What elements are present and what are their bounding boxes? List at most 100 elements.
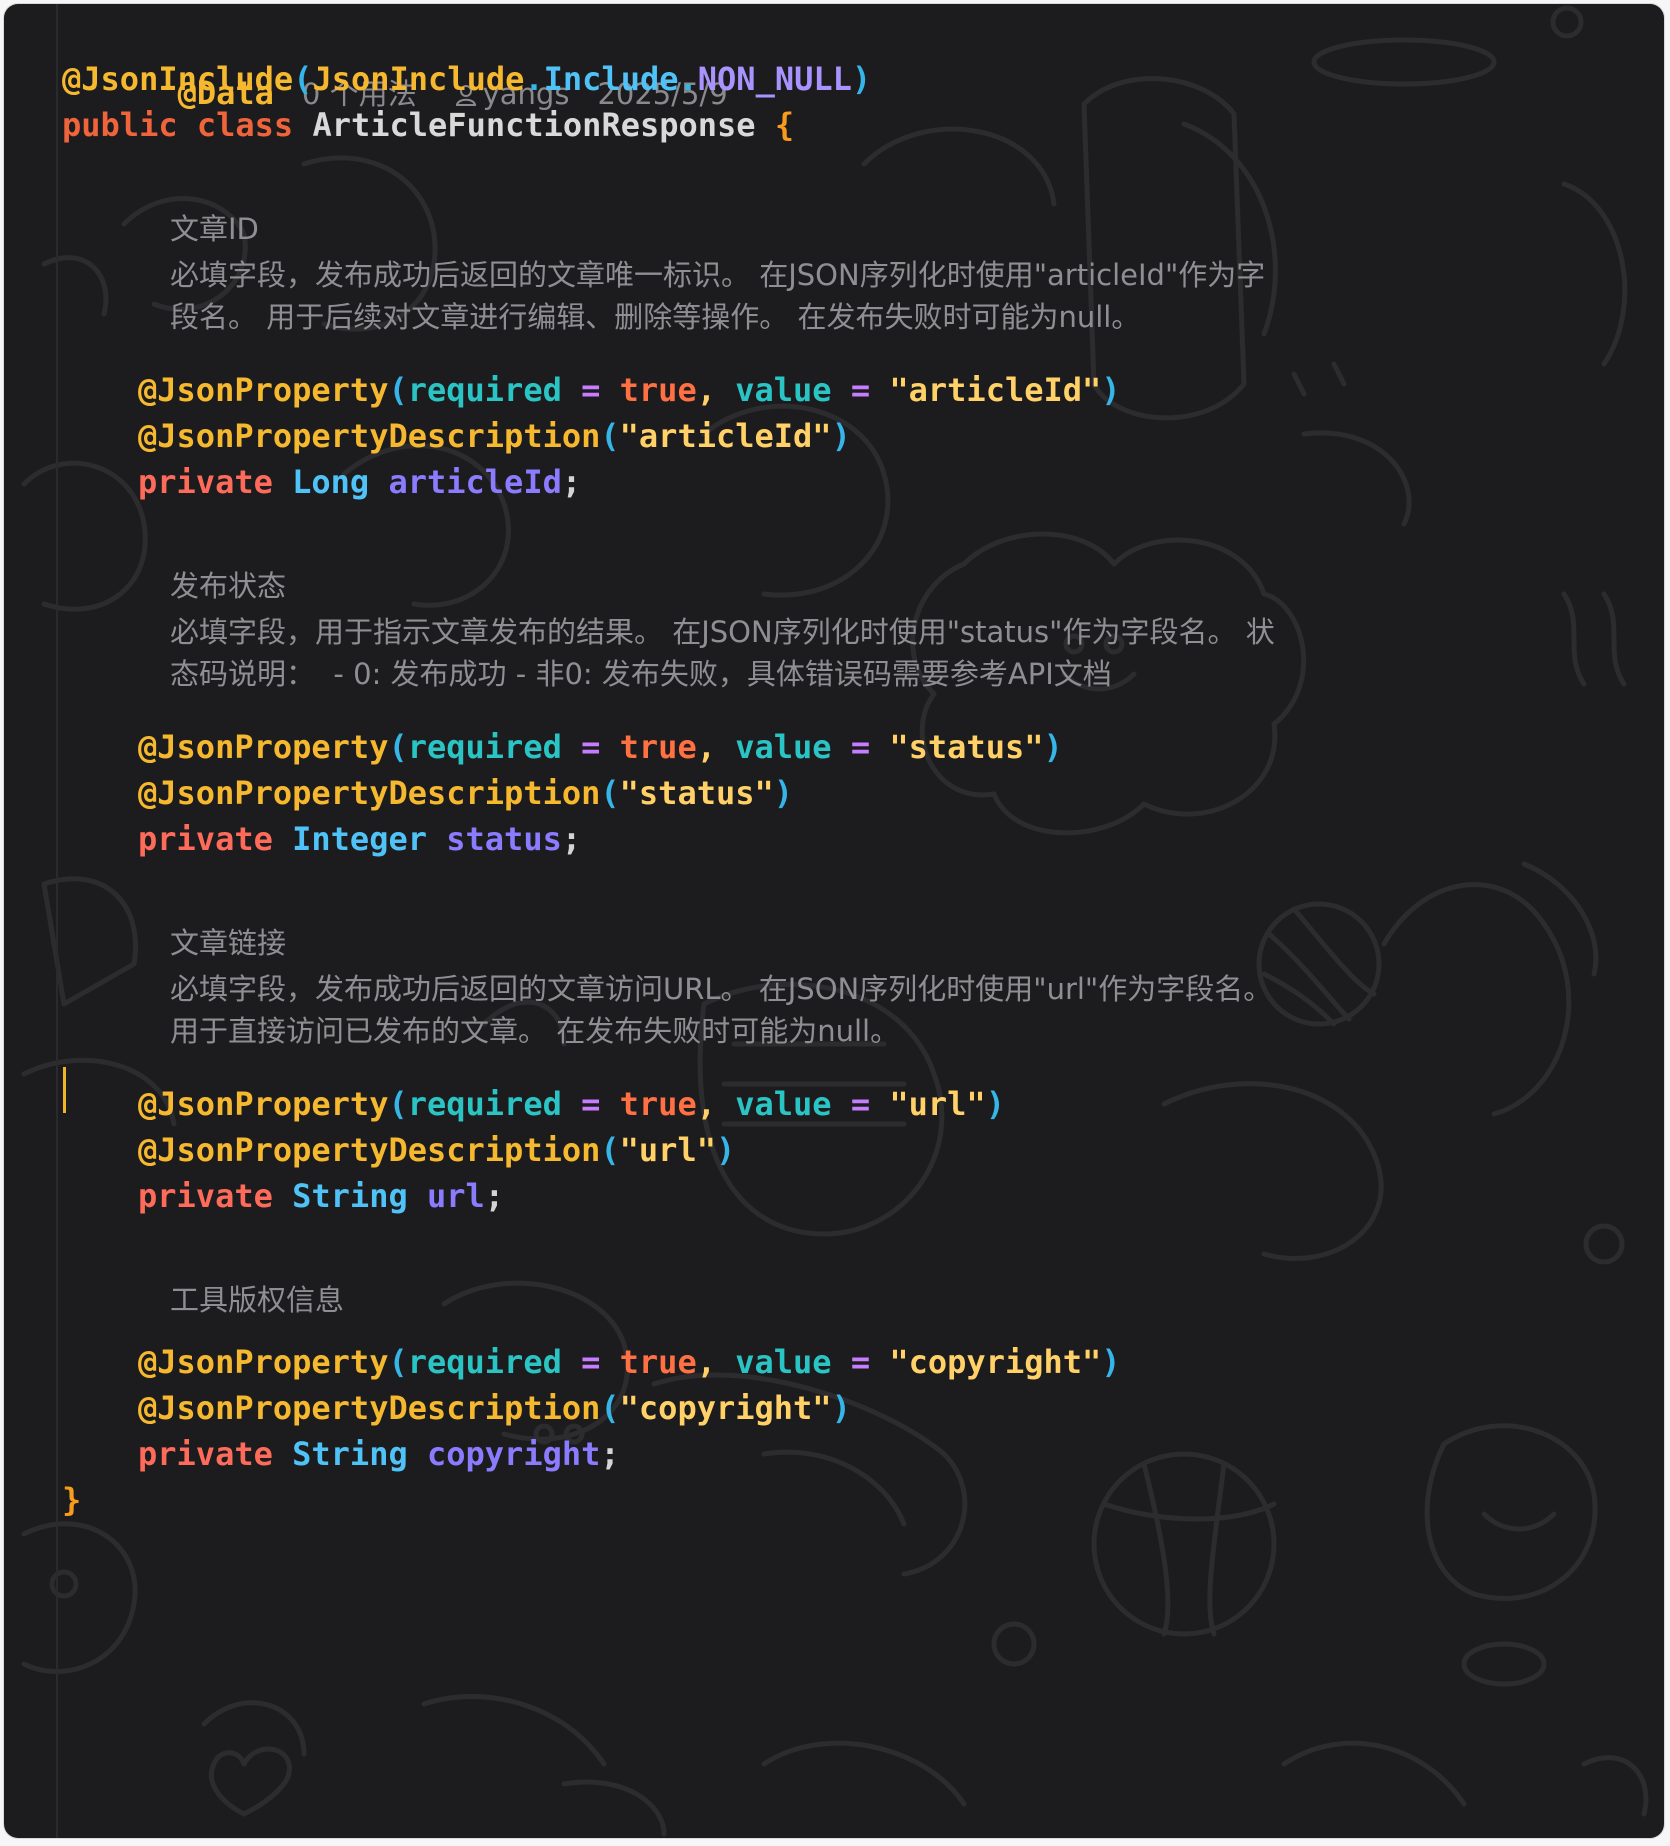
field-doc-comment: 工具版权信息 (170, 1276, 1450, 1324)
equals-operator: = (581, 728, 601, 766)
class-open-brace: { (774, 106, 795, 144)
field-type[interactable]: String (292, 1435, 408, 1473)
doc-title: 文章链接 (170, 926, 287, 960)
paren-open: ( (600, 1389, 620, 1427)
private-keyword: private (138, 463, 273, 501)
json-property-annotation[interactable]: @JsonProperty (138, 371, 388, 409)
class-close-line: } (62, 1473, 81, 1527)
description-string: "status" (619, 774, 774, 812)
paren-close: ) (715, 1131, 736, 1169)
public-keyword: public (62, 106, 178, 144)
text-caret (63, 1067, 66, 1113)
editor-window: @Data 0 个用法 yangs 2025/5/9 @JsonInclude(Jso… (4, 4, 1664, 1838)
doc-line: 用于直接访问已发布的文章。 在发布失败时可能为null。 (170, 1014, 900, 1048)
doc-line: 态码说明： - 0: 发布成功 - 非0: 发布失败，具体错误码需要参考API文… (170, 657, 1112, 691)
value-string: "copyright" (889, 1343, 1102, 1381)
semicolon: ; (561, 820, 582, 858)
value-string: "url" (889, 1085, 986, 1123)
json-include-class[interactable]: JsonInclude (312, 60, 524, 98)
field-type[interactable]: String (292, 1177, 408, 1215)
value-string: "status" (889, 728, 1044, 766)
private-keyword: private (138, 1177, 273, 1215)
class-name[interactable]: ArticleFunctionResponse (312, 106, 755, 144)
equals-operator: = (581, 371, 601, 409)
field-doc-comment: 文章ID 必填字段，发布成功后返回的文章唯一标识。 在JSON序列化时使用"ar… (170, 205, 1450, 341)
description-string: "copyright" (619, 1389, 832, 1427)
equals-operator: = (850, 1085, 871, 1123)
required-param: required (407, 1085, 562, 1123)
comma: , (696, 1085, 716, 1123)
paren-close: ) (851, 60, 872, 98)
equals-operator: = (581, 1085, 601, 1123)
paren-open: ( (388, 1343, 408, 1381)
editor-gutter-line (56, 4, 58, 1838)
doc-title: 发布状态 (170, 569, 287, 603)
description-string: "articleId" (619, 417, 832, 455)
comma: , (696, 728, 716, 766)
json-property-annotation[interactable]: @JsonProperty (138, 1343, 388, 1381)
class-keyword: class (196, 106, 294, 144)
json-property-description-annotation[interactable]: @JsonPropertyDescription (138, 774, 600, 812)
paren-open: ( (293, 60, 313, 98)
equals-operator: = (850, 728, 871, 766)
field-declaration-line: private Integer status; (138, 812, 581, 866)
dot: . (524, 60, 544, 98)
doc-title: 文章ID (170, 212, 259, 246)
private-keyword: private (138, 820, 273, 858)
field-doc-comment: 发布状态 必填字段，用于指示文章发布的结果。 在JSON序列化时使用"statu… (170, 562, 1450, 698)
comma: , (696, 371, 716, 409)
field-declaration-line: private String copyright; (138, 1427, 620, 1481)
comma: , (696, 1343, 716, 1381)
semicolon: ; (484, 1177, 505, 1215)
class-close-brace: } (62, 1481, 82, 1519)
paren-close: ) (1043, 728, 1063, 766)
paren-close: ) (1101, 1343, 1121, 1381)
paren-open: ( (600, 774, 620, 812)
doc-line: 必填字段，发布成功后返回的文章访问URL。 在JSON序列化时使用"url"作为… (170, 972, 1273, 1006)
paren-close: ) (1101, 371, 1121, 409)
dot: . (678, 60, 698, 98)
doc-line: 必填字段，发布成功后返回的文章唯一标识。 在JSON序列化时使用"article… (170, 258, 1266, 292)
non-null-constant[interactable]: NON_NULL (698, 60, 852, 98)
semicolon: ; (600, 1435, 620, 1473)
doc-line: 段名。 用于后续对文章进行编辑、删除等操作。 在发布失败时可能为null。 (170, 300, 1141, 334)
equals-operator: = (581, 1343, 601, 1381)
paren-open: ( (388, 1085, 408, 1123)
paren-close: ) (773, 774, 794, 812)
paren-close: ) (831, 1389, 851, 1427)
paren-open: ( (388, 728, 408, 766)
json-property-description-annotation[interactable]: @JsonPropertyDescription (138, 1131, 600, 1169)
required-param: required (407, 371, 562, 409)
true-literal: true (619, 728, 697, 766)
field-doc-comment: 文章链接 必填字段，发布成功后返回的文章访问URL。 在JSON序列化时使用"u… (170, 919, 1450, 1055)
paren-open: ( (600, 1131, 620, 1169)
json-include-annotation[interactable]: @JsonInclude (62, 60, 293, 98)
paren-close: ) (831, 417, 851, 455)
equals-operator: = (850, 371, 871, 409)
json-property-annotation[interactable]: @JsonProperty (138, 728, 388, 766)
equals-operator: = (850, 1343, 871, 1381)
field-name[interactable]: url (427, 1177, 485, 1215)
description-string: "url" (619, 1131, 716, 1169)
value-param: value (735, 1343, 832, 1381)
true-literal: true (619, 371, 697, 409)
value-param: value (735, 371, 832, 409)
field-name[interactable]: articleId (388, 463, 561, 501)
field-declaration-line: private Long articleId; (138, 455, 581, 509)
field-name[interactable]: copyright (427, 1435, 600, 1473)
class-declaration-line: public class ArticleFunctionResponse { (62, 98, 794, 152)
paren-open: ( (388, 371, 408, 409)
paren-close: ) (985, 1085, 1005, 1123)
paren-open: ( (600, 417, 620, 455)
json-property-description-annotation[interactable]: @JsonPropertyDescription (138, 1389, 600, 1427)
field-type[interactable]: Long (292, 463, 369, 501)
semicolon: ; (561, 463, 582, 501)
field-type[interactable]: Integer (292, 820, 427, 858)
field-name[interactable]: status (446, 820, 562, 858)
json-property-description-annotation[interactable]: @JsonPropertyDescription (138, 417, 600, 455)
doc-title: 工具版权信息 (170, 1283, 345, 1317)
true-literal: true (619, 1085, 697, 1123)
true-literal: true (619, 1343, 697, 1381)
json-property-annotation[interactable]: @JsonProperty (138, 1085, 388, 1123)
include-enum[interactable]: Include (544, 60, 679, 98)
